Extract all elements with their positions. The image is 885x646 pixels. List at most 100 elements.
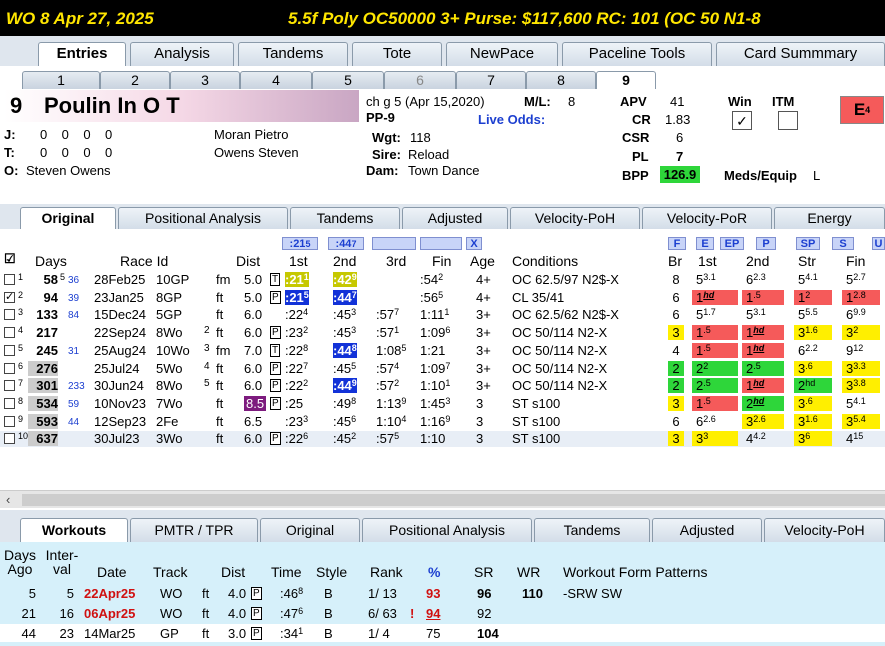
col-call-1st: 1st: [698, 253, 717, 269]
workout-row[interactable]: 21 16 06Apr25 WO ft 4.0 P:476 B 6/ 63! 94 92: [0, 604, 885, 622]
wtab-velocity-poh[interactable]: Velocity-PoH: [764, 518, 885, 542]
tab-card-summary[interactable]: Card Summmary: [716, 42, 885, 66]
tag-p[interactable]: P: [756, 237, 776, 250]
pp-row[interactable]: 4 217 22Sep24 8Wo 2 ft 6.0 P:232:453:571 1:096 3+…: [0, 325, 885, 341]
row-number: 9: [18, 413, 24, 424]
horizontal-scrollbar[interactable]: ‹: [0, 490, 885, 508]
row-checkbox[interactable]: [4, 380, 15, 392]
tab-tandems[interactable]: Tandems: [238, 42, 348, 66]
tab-analysis[interactable]: Analysis: [130, 42, 234, 66]
win-checkbox[interactable]: ✓: [732, 111, 752, 130]
wtab-adjusted[interactable]: Adjusted: [652, 518, 762, 542]
pp-row[interactable]: ✓ 2 94 39 23Jan25 8GP ft 5.0 P:215:447:565 4+ CL 3…: [0, 289, 885, 306]
age-restriction: 3+: [476, 325, 491, 341]
runner-tab-3[interactable]: 3: [170, 71, 240, 89]
wcol-days-ago: Days Ago: [4, 547, 36, 577]
wtab-tandems[interactable]: Tandems: [534, 518, 650, 542]
tag-sp[interactable]: SP: [796, 237, 820, 250]
w-bullet-mark: !: [410, 606, 415, 621]
w-time: :468: [280, 586, 304, 601]
tab-tote[interactable]: Tote: [352, 42, 442, 66]
select-all-checkbox[interactable]: ☑: [4, 251, 16, 267]
bpp-value: 126.9: [660, 166, 700, 183]
tag-e[interactable]: E: [696, 237, 714, 250]
row-checkbox[interactable]: [4, 274, 15, 285]
pp-row[interactable]: 6 276 25Jul24 5Wo 4 ft 6.0 P:227:455:574 1:097 3+…: [0, 360, 885, 377]
row-checkbox[interactable]: [4, 344, 15, 356]
row-checkbox[interactable]: [4, 309, 15, 321]
ml-label: M/L:: [524, 94, 551, 109]
final-time: 1:169: [420, 413, 451, 429]
itm-checkbox[interactable]: [778, 111, 798, 130]
wtab-positional-analysis[interactable]: Positional Analysis: [362, 518, 532, 542]
final-time: 1:097: [420, 360, 451, 376]
tab-entries[interactable]: Entries: [38, 42, 126, 66]
break-position: 3: [668, 395, 684, 411]
row-number: 7: [18, 378, 24, 389]
surface-type-box: P: [270, 379, 281, 393]
wtab-pmtr-tpr[interactable]: PMTR / TPR: [130, 518, 258, 542]
row-number: 10: [18, 431, 29, 442]
pos-1st-call: 1.5: [692, 395, 738, 411]
race-track: 8Wo: [156, 378, 183, 394]
pp-row[interactable]: 5 245 31 25Aug24 10Wo 3 fm 7.0 T:228:448 1:085 1:2…: [0, 342, 885, 359]
row-checkbox[interactable]: [4, 327, 15, 339]
tab-newpace[interactable]: NewPace: [446, 42, 558, 66]
runner-tab-2[interactable]: 2: [100, 71, 170, 89]
tag-s[interactable]: S: [832, 237, 854, 250]
pos-finish: 35.4: [842, 413, 880, 429]
wcol-wr: WR: [517, 564, 541, 580]
w-distance: 4.0: [228, 586, 247, 601]
subtab-energy[interactable]: Energy: [774, 207, 885, 229]
row-checkbox[interactable]: [4, 397, 15, 409]
age-restriction: 4+: [476, 289, 491, 305]
days-since: 133: [36, 307, 58, 323]
wtab-original[interactable]: Original: [260, 518, 360, 542]
row-checkbox[interactable]: ✓: [4, 291, 15, 303]
runner-tab-8[interactable]: 8: [526, 71, 596, 89]
workout-row[interactable]: 5 5 22Apr25 WO ft 4.0 P:468 B 1/ 13 93 96 110 -SRW S…: [0, 584, 885, 602]
runner-tab-1[interactable]: 1: [22, 71, 100, 89]
runner-tab-6[interactable]: 6: [384, 71, 456, 89]
subtab-tandems[interactable]: Tandems: [290, 207, 400, 229]
subtab-adjusted[interactable]: Adjusted: [402, 207, 508, 229]
pp-row[interactable]: 10 637 30Jul23 3Wo ft 6.0 P:226:452:575 1:10 3 ST…: [0, 431, 885, 448]
subtab-positional-analysis[interactable]: Positional Analysis: [118, 207, 288, 229]
race-track: 2Fe: [156, 413, 179, 429]
runner-tab-4[interactable]: 4: [240, 71, 312, 89]
race-date: 12Sep23: [94, 413, 147, 429]
subtab-velocity-por[interactable]: Velocity-PoR: [642, 207, 772, 229]
subtab-original[interactable]: Original: [20, 207, 116, 229]
row-number: 8: [18, 395, 24, 406]
wtab-workouts[interactable]: Workouts: [20, 518, 128, 542]
call-2nd-time: :455: [333, 360, 357, 376]
runner-tab-9[interactable]: 9: [596, 71, 656, 89]
age-restriction: 3: [476, 413, 484, 429]
tag-u[interactable]: U: [872, 237, 885, 250]
pp-row[interactable]: 9 593 44 12Sep23 2Fe ft 6.5:233:456 1:104 1:169 3…: [0, 413, 885, 430]
w-sr: 104: [477, 626, 499, 641]
final-time: 1:096: [420, 325, 451, 341]
clear-x-button[interactable]: X: [466, 237, 482, 250]
workout-row[interactable]: 44 23 14Mar25 GP ft 3.0 P:341 B 1/ 4 75 104: [0, 624, 885, 642]
subtab-velocity-poh[interactable]: Velocity-PoH: [510, 207, 640, 229]
scroll-thumb[interactable]: [22, 494, 885, 506]
pp-row[interactable]: 7 301 233 30Jun24 8Wo 5 ft 6.0 P:222:449:572 1:10…: [0, 378, 885, 394]
row-number: 4: [18, 325, 24, 336]
scroll-left-icon[interactable]: ‹: [6, 492, 10, 507]
pp-row[interactable]: 1 58 5 36 28Feb25 10GP fm 5.0 T:211:429:542 4+ OC …: [0, 272, 885, 288]
live-odds-label: Live Odds:: [478, 112, 546, 127]
runner-tab-7[interactable]: 7: [456, 71, 526, 89]
pp-row[interactable]: 3 133 84 15Dec24 5GP ft 6.0:224:453:577 1:111 3+…: [0, 307, 885, 323]
w-surface: ft: [202, 606, 210, 621]
call-1st-time: :224: [285, 307, 309, 323]
row-checkbox[interactable]: [4, 415, 15, 427]
row-checkbox[interactable]: [4, 362, 15, 374]
row-checkbox[interactable]: [4, 433, 15, 445]
tag-ep[interactable]: EP: [720, 237, 744, 250]
runner-tab-5[interactable]: 5: [312, 71, 384, 89]
e-style-badge[interactable]: E4: [840, 96, 884, 124]
pp-row[interactable]: 8 534 59 10Nov23 7Wo ft 8.5 P:25:498 1:139 1:453 3…: [0, 395, 885, 412]
tab-paceline-tools[interactable]: Paceline Tools: [562, 42, 712, 66]
tag-f[interactable]: F: [668, 237, 686, 250]
